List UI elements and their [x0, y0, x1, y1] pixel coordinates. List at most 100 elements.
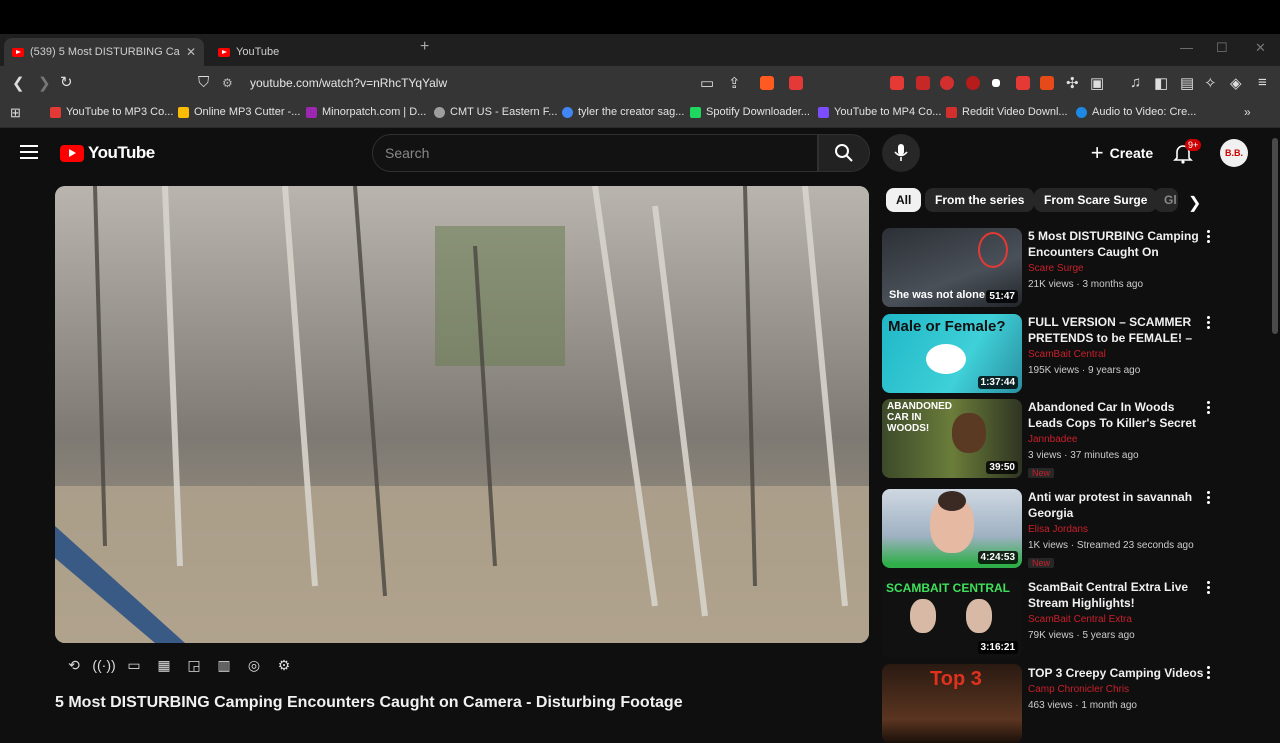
window-top-strip	[0, 0, 1280, 34]
close-tab-icon[interactable]: ✕	[186, 45, 196, 59]
guide-menu-icon[interactable]	[20, 145, 38, 159]
avatar[interactable]: B.B.	[1220, 139, 1248, 167]
extensions-puzzle-icon[interactable]: ✣	[1066, 74, 1079, 92]
new-badge: New	[1028, 468, 1055, 478]
page-scrollbar[interactable]	[1272, 138, 1278, 334]
person-face-shape	[952, 413, 986, 453]
youtube-favicon-icon	[218, 47, 230, 57]
broadcast-icon[interactable]: ((·))	[92, 655, 115, 675]
film-strip-icon[interactable]: ▥	[214, 655, 234, 675]
more-actions-icon[interactable]	[1207, 230, 1211, 245]
duration-badge: 51:47	[986, 290, 1018, 303]
bookmark-item[interactable]: Spotify Downloader...	[690, 106, 810, 118]
share-icon[interactable]: ⇪	[728, 74, 741, 92]
bookmark-item[interactable]: YouTube to MP3 Co...	[50, 106, 173, 118]
bookmark-item[interactable]: Reddit Video Downl...	[946, 106, 1068, 118]
camera-icon[interactable]: ◎	[244, 655, 264, 675]
tab-title: YouTube	[236, 46, 280, 58]
related-video[interactable]: Top 3 TOP 3 Creepy Camping Videos Camp C…	[882, 664, 1262, 743]
tab-video[interactable]: (539) 5 Most DISTURBING Camp ✕	[4, 38, 204, 66]
related-video[interactable]: SCAMBAIT CENTRAL 3:16:21 ScamBait Centra…	[882, 579, 1262, 659]
related-video[interactable]: 4:24:53 Anti war protest in savannah Geo…	[882, 489, 1262, 569]
picture-in-picture-icon[interactable]: ◲	[184, 655, 204, 675]
thumbnail[interactable]: She was not alone 51:47	[882, 228, 1022, 307]
site-info-icon[interactable]: ⚙	[222, 76, 236, 90]
bookmark-item[interactable]: Online MP3 Cutter -...	[178, 106, 300, 118]
search-input[interactable]: Search	[372, 134, 818, 172]
chip-from-series[interactable]: From the series	[925, 188, 1035, 212]
related-video[interactable]: Male or Female? 1:37:44 FULL VERSION – S…	[882, 314, 1262, 394]
more-actions-icon[interactable]	[1207, 401, 1211, 416]
bookmark-favicon-icon	[50, 106, 61, 118]
chip-all[interactable]: All	[886, 188, 922, 212]
extension-play-icon[interactable]	[940, 76, 954, 90]
video-player[interactable]	[55, 186, 869, 643]
thumbnail[interactable]: Male or Female? 1:37:44	[882, 314, 1022, 393]
apps-grid-icon[interactable]: ⊞	[10, 105, 21, 121]
settings-gear-icon[interactable]: ⚙	[274, 655, 294, 675]
media-icon[interactable]: ♫	[1130, 74, 1141, 91]
more-bookmarks-icon[interactable]: »	[1244, 105, 1251, 119]
related-channel[interactable]: ScamBait Central Extra	[1028, 614, 1132, 625]
brave-shield-icon[interactable]	[760, 76, 774, 90]
related-channel[interactable]: Jannbadee	[1028, 434, 1078, 445]
voice-search-button[interactable]	[882, 134, 920, 172]
new-tab-icon[interactable]: +	[420, 38, 429, 56]
chip-overflow[interactable]: Gl	[1154, 188, 1178, 212]
extension-u-icon[interactable]	[966, 76, 980, 90]
more-actions-icon[interactable]	[1207, 316, 1211, 331]
related-channel[interactable]: Elisa Jordans	[1028, 524, 1088, 535]
vpn-icon[interactable]: ◈	[1230, 74, 1242, 92]
more-actions-icon[interactable]	[1207, 666, 1211, 681]
cast-icon[interactable]: ▭	[700, 74, 714, 92]
tab-bar: (539) 5 Most DISTURBING Camp ✕ YouTube	[0, 34, 1280, 66]
back-icon[interactable]: ❮	[12, 74, 25, 92]
related-video[interactable]: ABANDONED CAR IN WOODS! 39:50 Abandoned …	[882, 399, 1262, 479]
youtube-logo[interactable]: YouTube	[60, 143, 155, 163]
maximize-icon[interactable]: ☐	[1216, 40, 1228, 56]
reader-icon[interactable]: ▣	[1090, 74, 1104, 92]
more-actions-icon[interactable]	[1207, 581, 1211, 596]
menu-icon[interactable]: ≡	[1258, 74, 1267, 91]
bookmark-item[interactable]: Minorpatch.com | D...	[306, 106, 426, 118]
forward-icon[interactable]: ❯	[38, 74, 51, 92]
bookmark-item[interactable]: Audio to Video: Cre...	[1076, 106, 1196, 118]
clapper-icon[interactable]: ▦	[154, 655, 174, 675]
loop-icon[interactable]: ⟲	[64, 655, 84, 675]
related-channel[interactable]: ScamBait Central	[1028, 349, 1106, 360]
address-bar[interactable]: ⚙ youtube.com/watch?v=nRhcTYqYalw	[222, 72, 812, 94]
rewards-icon[interactable]	[789, 76, 803, 90]
extension-record-icon[interactable]	[916, 76, 930, 90]
more-actions-icon[interactable]	[1207, 491, 1211, 506]
thumbnail[interactable]: ABANDONED CAR IN WOODS! 39:50	[882, 399, 1022, 478]
video-frame-forest	[55, 186, 869, 643]
bookmark-item[interactable]: tyler the creator sag...	[562, 106, 684, 118]
search-button[interactable]	[818, 134, 870, 172]
cast-screen-icon[interactable]: ▭	[124, 655, 144, 675]
related-meta: 195K views · 9 years ago	[1028, 365, 1141, 376]
leo-icon[interactable]: ✧	[1204, 74, 1217, 92]
chip-from-channel[interactable]: From Scare Surge	[1034, 188, 1158, 212]
tab-youtube[interactable]: YouTube	[210, 38, 410, 66]
bookmarks-bar: ⊞ YouTube to MP3 Co... Online MP3 Cutter…	[0, 100, 1280, 128]
extension-video-icon[interactable]	[1040, 76, 1054, 90]
chevron-right-icon[interactable]: ❯	[1188, 193, 1201, 213]
related-channel[interactable]: Scare Surge	[1028, 263, 1084, 274]
related-channel[interactable]: Camp Chronicler Chris	[1028, 684, 1129, 695]
thumbnail[interactable]: SCAMBAIT CENTRAL 3:16:21	[882, 579, 1022, 658]
bookmark-item[interactable]: YouTube to MP4 Co...	[818, 106, 941, 118]
extension-pen-icon[interactable]	[1016, 76, 1030, 90]
related-video[interactable]: She was not alone 51:47 5 Most DISTURBIN…	[882, 228, 1262, 308]
reload-icon[interactable]: ↻	[60, 73, 73, 91]
wallet-icon[interactable]: ▤	[1180, 74, 1194, 92]
bookmark-page-icon[interactable]: ⛉	[198, 74, 209, 91]
bookmark-item[interactable]: CMT US - Eastern F...	[434, 106, 557, 118]
sidebar-icon[interactable]: ◧	[1154, 74, 1168, 92]
close-window-icon[interactable]: ✕	[1255, 40, 1266, 56]
thumbnail[interactable]: 4:24:53	[882, 489, 1022, 568]
extension-youtube-icon[interactable]	[890, 76, 904, 90]
extension-diamond-icon[interactable]	[992, 79, 1000, 87]
thumbnail[interactable]: Top 3	[882, 664, 1022, 743]
create-button[interactable]: + Create	[1082, 136, 1162, 170]
minimize-icon[interactable]: —	[1180, 40, 1193, 55]
